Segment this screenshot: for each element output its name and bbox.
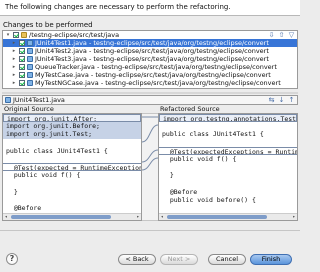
expand-toggle-icon[interactable]: ▸ [11, 47, 17, 55]
compare-file-name: JUnit4Test1.java [13, 96, 65, 104]
tree-rows: ▾ /testng-eclipse/src/test/java ▸ JUnit4Tes… [3, 31, 297, 87]
expand-toggle-icon[interactable]: ▸ [11, 55, 17, 63]
expand-toggle-icon[interactable]: ▸ [11, 63, 17, 71]
java-file-icon [27, 48, 33, 54]
tree-item-label: MyTestCase.java - testng-eclipse/src/tes… [35, 71, 271, 79]
tree-item-label: JUnit4Test1.java - testng-eclipse/src/te… [35, 39, 269, 47]
java-file-icon [27, 56, 33, 62]
code-line: @Before [162, 187, 198, 196]
button-bar-separator [0, 230, 300, 231]
code-line: import org.junit.After; [3, 114, 141, 123]
code-line: @Test(expected = RuntimeException.cl [3, 163, 141, 172]
expand-toggle-icon[interactable]: ▸ [11, 71, 17, 79]
code-line: @Test(expectedExceptions = Runtim [159, 146, 297, 155]
refactored-code: import org.testng.annotations.Test; publi… [159, 114, 297, 204]
change-checkbox[interactable] [19, 56, 25, 62]
expand-toggle-icon[interactable]: ▸ [11, 79, 17, 87]
scroll-left-icon[interactable]: ◂ [159, 214, 165, 220]
tree-item[interactable]: ▸ MyTestCase.java - testng-eclipse/src/te… [3, 71, 297, 79]
changes-tree[interactable]: ⇩ ⇧ ▽ ▾/testng-eclipse/src/test/java ▸ JUn… [2, 30, 298, 89]
original-source-title: Original Source [4, 105, 54, 113]
java-file-icon [27, 72, 33, 78]
code-line: } [162, 171, 174, 180]
change-checkbox[interactable] [19, 40, 25, 46]
code-line: @Before [6, 204, 42, 213]
java-file-icon [5, 97, 11, 103]
compare-file-bar: JUnit4Test1.java ⇆ ↓ ↑ [2, 95, 298, 105]
tree-item-label: /testng-eclipse/src/test/java [29, 31, 120, 39]
change-checkbox[interactable] [19, 64, 25, 70]
code-line: public void before() { [162, 195, 256, 204]
original-hscrollbar[interactable]: ◂ ▸ [3, 213, 141, 220]
diff-gutter [142, 113, 158, 221]
back-button[interactable]: < Back [118, 254, 156, 265]
finish-button[interactable]: Finish [250, 254, 292, 265]
tree-item-label: JUnit4Test2.java - testng-eclipse/src/te… [35, 47, 269, 55]
code-line: public void f() { [6, 171, 81, 180]
tree-item[interactable]: ▸ JUnit4Test1.java - testng-eclipse/src/t… [3, 39, 297, 47]
code-line: import org.testng.annotations.Test; [159, 114, 297, 123]
java-file-icon [27, 40, 33, 46]
cancel-button[interactable]: Cancel [208, 254, 246, 265]
refactored-scroll-thumb[interactable] [167, 215, 267, 219]
scroll-right-icon[interactable]: ▸ [291, 214, 297, 220]
folder-icon [21, 32, 27, 38]
compare-toolbar: ⇆ ↓ ↑ [268, 97, 295, 104]
tree-item-label: QueueTracker.java - testng-eclipse/src/t… [35, 63, 277, 71]
change-checkbox[interactable] [19, 48, 25, 54]
original-code: import org.junit.After; import org.junit.… [3, 114, 141, 220]
refactored-hscrollbar[interactable]: ◂ ▸ [159, 213, 297, 220]
dialog-message: The following changes are necessary to p… [0, 0, 300, 16]
java-file-icon [27, 64, 33, 70]
scroll-left-icon[interactable]: ◂ [3, 214, 9, 220]
code-line: public class JUnit4Test1 { [6, 146, 108, 155]
expand-toggle-icon[interactable]: ▸ [11, 39, 17, 47]
help-button[interactable]: ? [6, 253, 18, 265]
refactored-source-pane[interactable]: import org.testng.annotations.Test; publi… [158, 113, 298, 221]
code-line: } [6, 187, 18, 196]
code-line: public void f() { [162, 154, 237, 163]
tree-item[interactable]: ▸ QueueTracker.java - testng-eclipse/src/… [3, 63, 297, 71]
sash-divider[interactable] [2, 92, 298, 94]
tree-item[interactable]: ▸ MyTestNGCase.java - testng-eclipse/src/… [3, 79, 297, 87]
refactored-source-title: Refactored Source [160, 105, 220, 113]
changes-label: Changes to be performed [3, 21, 93, 29]
java-file-icon [27, 80, 33, 86]
expand-toggle-icon[interactable]: ▾ [5, 31, 11, 39]
tree-item[interactable]: ▸ JUnit4Test2.java - testng-eclipse/src/t… [3, 47, 297, 55]
change-checkbox[interactable] [19, 80, 25, 86]
code-line: import org.junit.Before; [3, 122, 141, 131]
original-source-pane[interactable]: import org.junit.After; import org.junit.… [2, 113, 142, 221]
code-line: import org.junit.Test; [3, 130, 141, 139]
tree-item[interactable]: ▸ JUnit4Test3.java - testng-eclipse/src/t… [3, 55, 297, 63]
copy-left-icon[interactable]: ⇆ [268, 97, 275, 104]
next-button[interactable]: Next > [160, 254, 198, 265]
scroll-right-icon[interactable]: ▸ [135, 214, 141, 220]
code-line: public class JUnit4Test1 { [162, 130, 264, 139]
change-checkbox[interactable] [19, 72, 25, 78]
previous-difference-icon[interactable]: ↑ [288, 97, 295, 104]
tree-item[interactable]: ▾ /testng-eclipse/src/test/java [3, 31, 297, 39]
next-difference-icon[interactable]: ↓ [278, 97, 285, 104]
original-scroll-thumb[interactable] [11, 215, 111, 219]
change-checkbox[interactable] [13, 32, 19, 38]
tree-item-label: JUnit4Test3.java - testng-eclipse/src/te… [35, 55, 269, 63]
tree-item-label: MyTestNGCase.java - testng-eclipse/src/t… [35, 79, 281, 87]
